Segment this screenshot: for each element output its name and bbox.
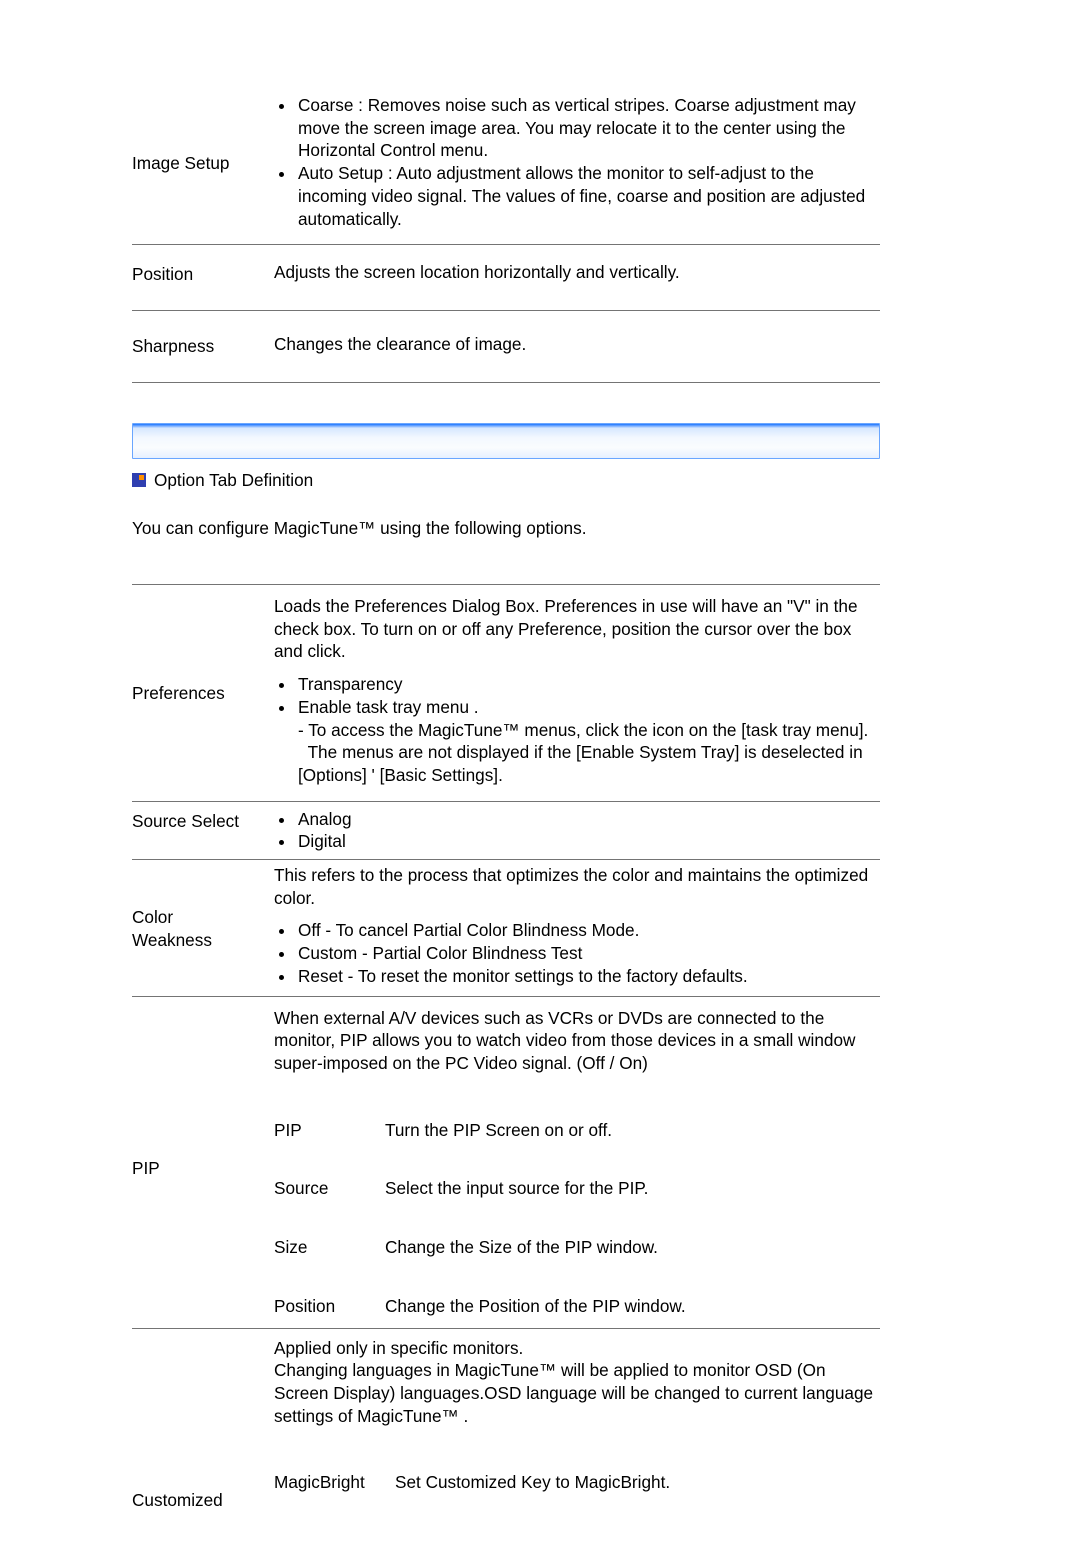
pip-subdesc-size: Change the Size of the PIP window. (385, 1236, 880, 1259)
color-weakness-lead: This refers to the process that optimize… (274, 864, 880, 909)
row-preferences: Preferences Loads the Preferences Dialog… (132, 584, 880, 802)
item-cw-custom: Custom - Partial Color Blindness Test (296, 942, 880, 965)
item-enable-tray-note2: The menus are not displayed if the [Enab… (298, 742, 867, 785)
pip-subdesc-source: Select the input source for the PIP. (385, 1177, 880, 1200)
pip-subrow-source: Source Select the input source for the P… (274, 1159, 880, 1218)
pip-subdesc-pip: Turn the PIP Screen on or off. (385, 1119, 880, 1142)
item-coarse: Coarse : Removes noise such as vertical … (296, 94, 880, 162)
content-image-setup: Coarse : Removes noise such as vertical … (274, 90, 880, 234)
row-source-select: Source Select Analog Digital (132, 802, 880, 860)
content-pip: When external A/V devices such as VCRs o… (274, 1007, 880, 1328)
row-sharpness: Sharpness Changes the clearance of image… (132, 311, 880, 383)
content-customized: Applied only in specific monitors. Chang… (274, 1337, 880, 1513)
label-source-select: Source Select (132, 808, 250, 833)
item-enable-tray-note1: - To access the MagicTune™ menus, click … (298, 720, 868, 740)
pip-sublabel-pip: PIP (274, 1119, 369, 1142)
customized-subrow-magicbright: MagicBright Set Customized Key to MagicB… (274, 1453, 880, 1512)
page-root: Image Setup Coarse : Removes noise such … (0, 0, 1080, 1562)
pip-subdesc-position: Change the Position of the PIP window. (385, 1295, 880, 1318)
pip-subrow-size: Size Change the Size of the PIP window. (274, 1218, 880, 1277)
row-image-setup: Image Setup Coarse : Removes noise such … (132, 80, 880, 245)
row-color-weakness: Color Weakness This refers to the proces… (132, 860, 880, 997)
item-enable-tray: Enable task tray menu . - To access the … (296, 696, 880, 787)
row-pip: PIP When external A/V devices such as VC… (132, 997, 880, 1329)
customized-lead: Applied only in specific monitors. Chang… (274, 1337, 880, 1428)
pip-sublabel-size: Size (274, 1236, 369, 1259)
pip-sublabel-position: Position (274, 1295, 369, 1318)
pip-sublabel-source: Source (274, 1177, 369, 1200)
section-title: Option Tab Definition (132, 469, 880, 492)
row-position: Position Adjusts the screen location hor… (132, 245, 880, 311)
pip-subrow-pip: PIP Turn the PIP Screen on or off. (274, 1101, 880, 1160)
label-position: Position (132, 261, 250, 286)
section-intro: You can configure MagicTune™ using the f… (132, 517, 880, 540)
pip-subrow-position: Position Change the Position of the PIP … (274, 1277, 880, 1328)
content-color-weakness: This refers to the process that optimize… (274, 864, 880, 992)
label-pip: PIP (132, 1155, 250, 1180)
customized-sublabel-magicbright: MagicBright (274, 1471, 379, 1494)
label-preferences: Preferences (132, 680, 250, 705)
section-banner (132, 423, 880, 459)
customized-subdesc-magicbright: Set Customized Key to MagicBright. (395, 1471, 880, 1494)
content-source-select: Analog Digital (274, 808, 880, 857)
item-auto-setup: Auto Setup : Auto adjustment allows the … (296, 162, 880, 230)
content-preferences: Loads the Preferences Dialog Box. Prefer… (274, 595, 880, 791)
item-analog: Analog (296, 808, 880, 831)
label-sharpness: Sharpness (132, 333, 250, 358)
content-position: Adjusts the screen location horizontally… (274, 261, 880, 284)
item-cw-reset: Reset - To reset the monitor settings to… (296, 965, 880, 988)
section-title-text: Option Tab Definition (154, 469, 313, 492)
option-tab-icon (132, 473, 146, 487)
preferences-lead: Loads the Preferences Dialog Box. Prefer… (274, 595, 880, 663)
label-image-setup: Image Setup (132, 150, 250, 175)
label-customized: Customized (132, 1487, 250, 1512)
item-enable-tray-label: Enable task tray menu . (298, 697, 479, 717)
item-transparency: Transparency (296, 673, 880, 696)
item-digital: Digital (296, 830, 880, 853)
pip-lead: When external A/V devices such as VCRs o… (274, 1007, 880, 1075)
label-color-weakness: Color Weakness (132, 904, 250, 951)
row-customized: Customized Applied only in specific moni… (132, 1329, 880, 1523)
item-cw-off: Off - To cancel Partial Color Blindness … (296, 919, 880, 942)
content-sharpness: Changes the clearance of image. (274, 333, 880, 356)
